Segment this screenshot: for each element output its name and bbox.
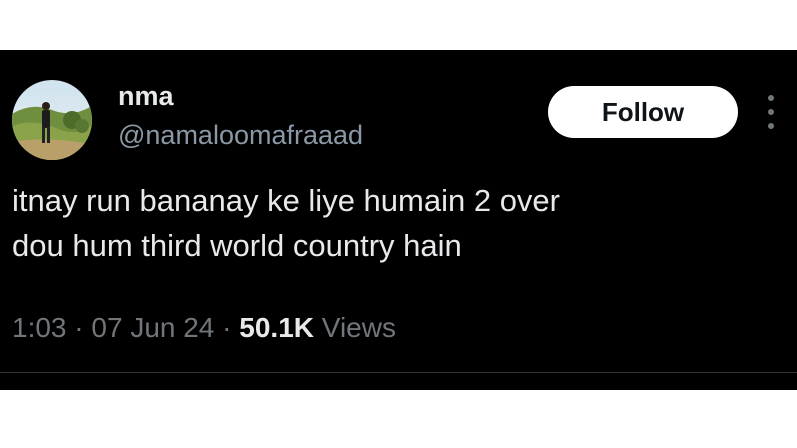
follow-button[interactable]: Follow [548, 86, 738, 138]
user-handle[interactable]: @namaloomafraaad [118, 118, 363, 152]
dot [768, 123, 774, 129]
avatar[interactable] [12, 80, 92, 160]
divider [0, 372, 797, 373]
views-label: Views [321, 312, 396, 343]
profile-photo-icon [12, 80, 92, 160]
tweet-text: itnay run bananay ke liye humain 2 over … [12, 178, 772, 268]
tweet-meta: 1:03 · 07 Jun 24 · 50.1K Views [12, 308, 396, 348]
meta-separator: · [222, 312, 232, 343]
display-name[interactable]: nma [118, 80, 174, 112]
screenshot-frame: nma @namaloomafraaad Follow itnay run ba… [0, 0, 797, 448]
dot [768, 109, 774, 115]
tweet-line: itnay run bananay ke liye humain 2 over [12, 183, 560, 218]
tweet-card: nma @namaloomafraaad Follow itnay run ba… [0, 50, 797, 390]
views-count[interactable]: 50.1K [239, 312, 314, 343]
tweet-time[interactable]: 1:03 [12, 312, 67, 343]
meta-separator: · [74, 312, 84, 343]
tweet-date[interactable]: 07 Jun 24 [91, 312, 214, 343]
dot [768, 95, 774, 101]
tweet-line: dou hum third world country hain [12, 228, 462, 263]
more-options-icon[interactable] [761, 95, 781, 129]
